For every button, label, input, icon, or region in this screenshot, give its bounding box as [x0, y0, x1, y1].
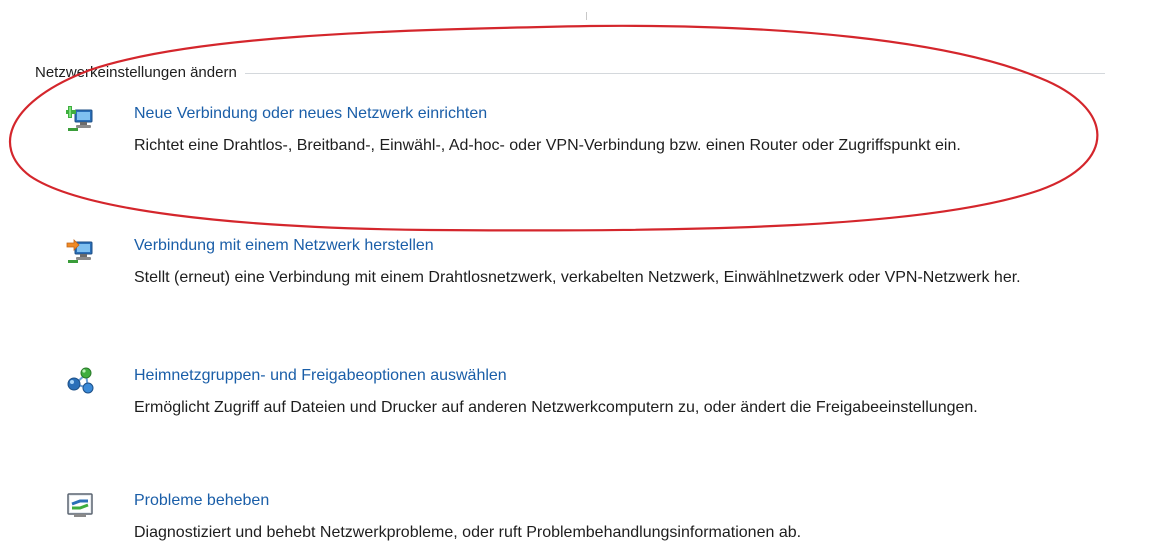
new-connection-link[interactable]: Neue Verbindung oder neues Netzwerk einr… — [134, 105, 487, 123]
top-divider-mark — [586, 12, 587, 20]
connect-network-icon — [66, 236, 96, 264]
connect-network-link[interactable]: Verbindung mit einem Netzwerk herstellen — [134, 237, 434, 255]
section-divider — [244, 72, 1105, 74]
homegroup-link[interactable]: Heimnetzgruppen- und Freigabeoptionen au… — [134, 367, 507, 385]
troubleshoot-description: Diagnostiziert und behebt Netzwerkproble… — [134, 524, 802, 541]
troubleshoot-link[interactable]: Probleme beheben — [134, 492, 269, 510]
section-title: Netzwerkeinstellungen ändern — [35, 63, 237, 81]
homegroup-description: Ermöglicht Zugriff auf Dateien und Druck… — [134, 399, 978, 416]
new-connection-description: Richtet eine Drahtlos-, Breitband-, Einw… — [134, 137, 961, 154]
section-header: Netzwerkeinstellungen ändern — [35, 62, 1105, 82]
connect-network-description: Stellt (erneut) eine Verbindung mit eine… — [134, 269, 1021, 286]
new-connection-icon — [64, 104, 96, 132]
homegroup-icon — [66, 366, 96, 394]
troubleshoot-icon — [66, 491, 96, 519]
